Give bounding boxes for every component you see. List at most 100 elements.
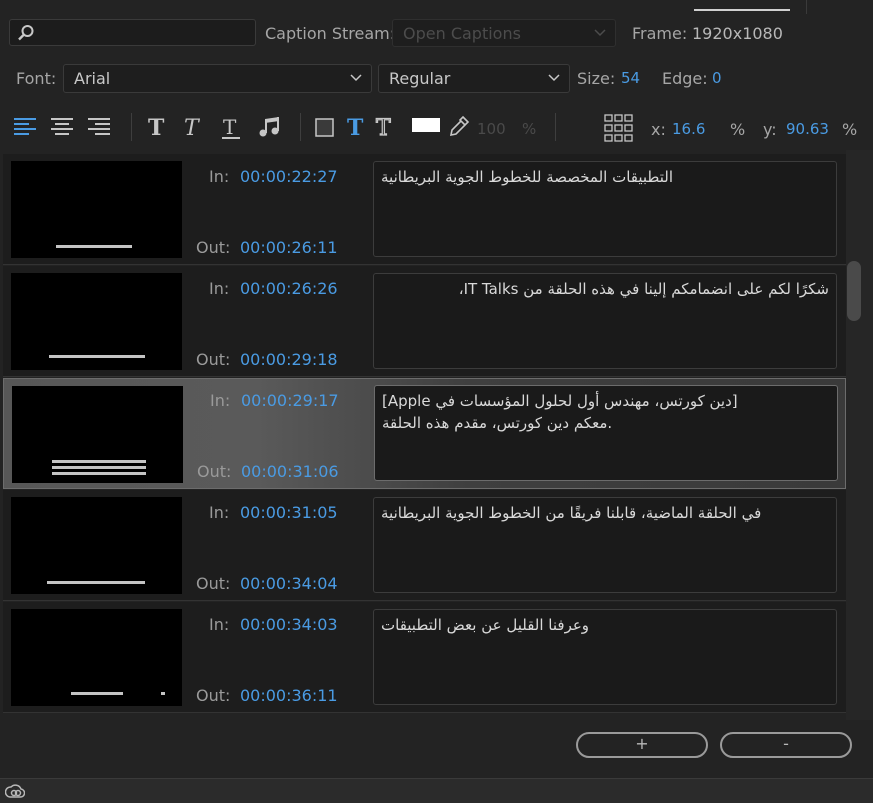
caption-text-line-1: [Apple دين كورتس، مهندس أول لحلول المؤسس… (382, 392, 738, 410)
caption-stream-label: Caption Stream: (265, 24, 396, 43)
in-label: In: (209, 503, 230, 522)
caption-row[interactable]: In: 00:00:34:03 Out: 00:00:36:11 وعرفنا … (3, 602, 846, 713)
scroll-track[interactable] (846, 150, 873, 720)
out-timecode[interactable]: 00:00:31:06 (241, 462, 339, 481)
edge-value[interactable]: 0 (712, 69, 722, 87)
caption-text-box[interactable]: شكرًا لكم على انضمامكم إلينا في هذه الحل… (373, 273, 837, 369)
caption-text: شكرًا لكم على انضمامكم إلينا في هذه الحل… (458, 280, 829, 298)
background-box-button[interactable] (315, 118, 335, 138)
out-timecode[interactable]: 00:00:36:11 (240, 686, 338, 705)
size-label: Size: (577, 69, 616, 88)
out-timecode[interactable]: 00:00:29:18 (240, 350, 338, 369)
caption-stream-dropdown[interactable]: Open Captions (392, 19, 616, 47)
search-input[interactable] (40, 22, 254, 44)
music-note-icon (259, 117, 279, 137)
thumbnail-caption-line (47, 581, 145, 584)
in-label: In: (209, 167, 230, 186)
thumbnail-caption-line (161, 692, 165, 695)
text-color-icon: T (347, 116, 364, 138)
thumbnail-caption-line (49, 355, 145, 358)
opacity-value: 100 (477, 120, 506, 138)
caption-list: In: 00:00:22:27 Out: 00:00:26:11 التطبيق… (3, 154, 846, 714)
caption-text-line-2: معكم دين كورتس، مقدم هذه الحلقة. (382, 414, 613, 432)
caption-row-selected[interactable]: In: 00:00:29:17 Out: 00:00:31:06 [Apple … (3, 378, 846, 489)
align-center-icon (51, 118, 73, 135)
svg-text:T: T (148, 116, 165, 138)
underline-icon: T (222, 116, 240, 139)
out-label: Out: (197, 462, 232, 481)
eyedropper-button[interactable] (448, 115, 470, 139)
caption-text: في الحلقة الماضية، قابلنا فريقًا من الخط… (381, 504, 762, 522)
font-label: Font: (16, 69, 57, 88)
creative-cloud-icon[interactable] (5, 783, 25, 799)
align-left-button[interactable] (13, 116, 37, 138)
chevron-down-icon (548, 74, 560, 82)
caption-row[interactable]: In: 00:00:26:26 Out: 00:00:29:18 شكرًا ل… (3, 266, 846, 377)
caption-thumbnail (11, 273, 182, 370)
out-label: Out: (196, 350, 231, 369)
svg-text:T: T (376, 116, 391, 138)
thumbnail-caption-line (52, 466, 146, 469)
caption-text: وعرفنا القليل عن بعض التطبيقات (381, 616, 590, 634)
active-tab-indicator (694, 9, 790, 11)
frame-value: 1920x1080 (692, 24, 783, 43)
italic-icon: T (184, 116, 201, 138)
color-swatch[interactable] (412, 118, 440, 132)
in-label: In: (209, 279, 230, 298)
tab-divider (806, 0, 807, 14)
align-right-button[interactable] (87, 116, 111, 138)
out-timecode[interactable]: 00:00:34:04 (240, 574, 338, 593)
position-grid-button[interactable] (604, 114, 634, 142)
search-icon (18, 25, 34, 41)
font-family-dropdown[interactable]: Arial (63, 64, 372, 93)
y-unit: % (842, 120, 858, 139)
status-bar (0, 778, 873, 803)
remove-caption-button[interactable]: - (720, 732, 852, 758)
search-field[interactable] (9, 19, 256, 46)
caption-text-box[interactable]: التطبيقات المخصصة للخطوط الجوية البريطان… (373, 161, 837, 257)
bold-icon: T (148, 116, 165, 138)
font-style-dropdown[interactable]: Regular (378, 64, 570, 93)
eyedropper-icon (449, 115, 470, 137)
caption-row[interactable]: In: 00:00:22:27 Out: 00:00:26:11 التطبيق… (3, 154, 846, 265)
caption-text-box[interactable]: [Apple دين كورتس، مهندس أول لحلول المؤسس… (374, 385, 838, 481)
italic-button[interactable]: T (182, 116, 204, 138)
size-value[interactable]: 54 (621, 69, 640, 87)
caption-text-box[interactable]: في الحلقة الماضية، قابلنا فريقًا من الخط… (373, 497, 837, 593)
edge-text-button[interactable]: T (374, 116, 396, 138)
bold-button[interactable]: T (146, 116, 168, 138)
caption-row[interactable]: In: 00:00:31:05 Out: 00:00:34:04 في الحل… (3, 490, 846, 601)
text-color-button[interactable]: T (345, 116, 367, 138)
caption-thumbnail (11, 609, 182, 706)
x-label: x: (651, 120, 666, 139)
underline-button[interactable]: T (220, 116, 242, 140)
out-timecode[interactable]: 00:00:26:11 (240, 238, 338, 257)
thumbnail-caption-line (52, 472, 146, 475)
thumbnail-caption-line (56, 245, 132, 248)
align-right-icon (88, 118, 110, 135)
remove-caption-label: - (783, 734, 789, 753)
caption-stream-value: Open Captions (403, 24, 521, 43)
svg-text:T: T (223, 116, 237, 139)
toolbar-divider (300, 113, 301, 141)
in-timecode[interactable]: 00:00:31:05 (240, 503, 338, 522)
toolbar-divider (131, 113, 132, 141)
add-caption-button[interactable]: + (576, 732, 708, 758)
y-value[interactable]: 90.63 (786, 120, 829, 138)
position-grid-icon (604, 114, 633, 142)
svg-text:T: T (347, 116, 364, 138)
in-timecode[interactable]: 00:00:26:26 (240, 279, 338, 298)
background-box-icon (315, 118, 334, 137)
toolbar-divider (555, 113, 556, 141)
thumbnail-caption-line (52, 460, 146, 463)
align-center-button[interactable] (50, 116, 74, 138)
in-timecode[interactable]: 00:00:34:03 (240, 615, 338, 634)
scrollbar-thumb[interactable] (847, 261, 861, 321)
music-note-button[interactable] (258, 116, 280, 138)
opacity-unit: % (522, 120, 537, 138)
caption-text-box[interactable]: وعرفنا القليل عن بعض التطبيقات (373, 609, 837, 705)
edge-text-icon: T (375, 116, 391, 138)
in-timecode[interactable]: 00:00:22:27 (240, 167, 338, 186)
in-timecode[interactable]: 00:00:29:17 (241, 391, 339, 410)
x-value[interactable]: 16.6 (672, 120, 705, 138)
